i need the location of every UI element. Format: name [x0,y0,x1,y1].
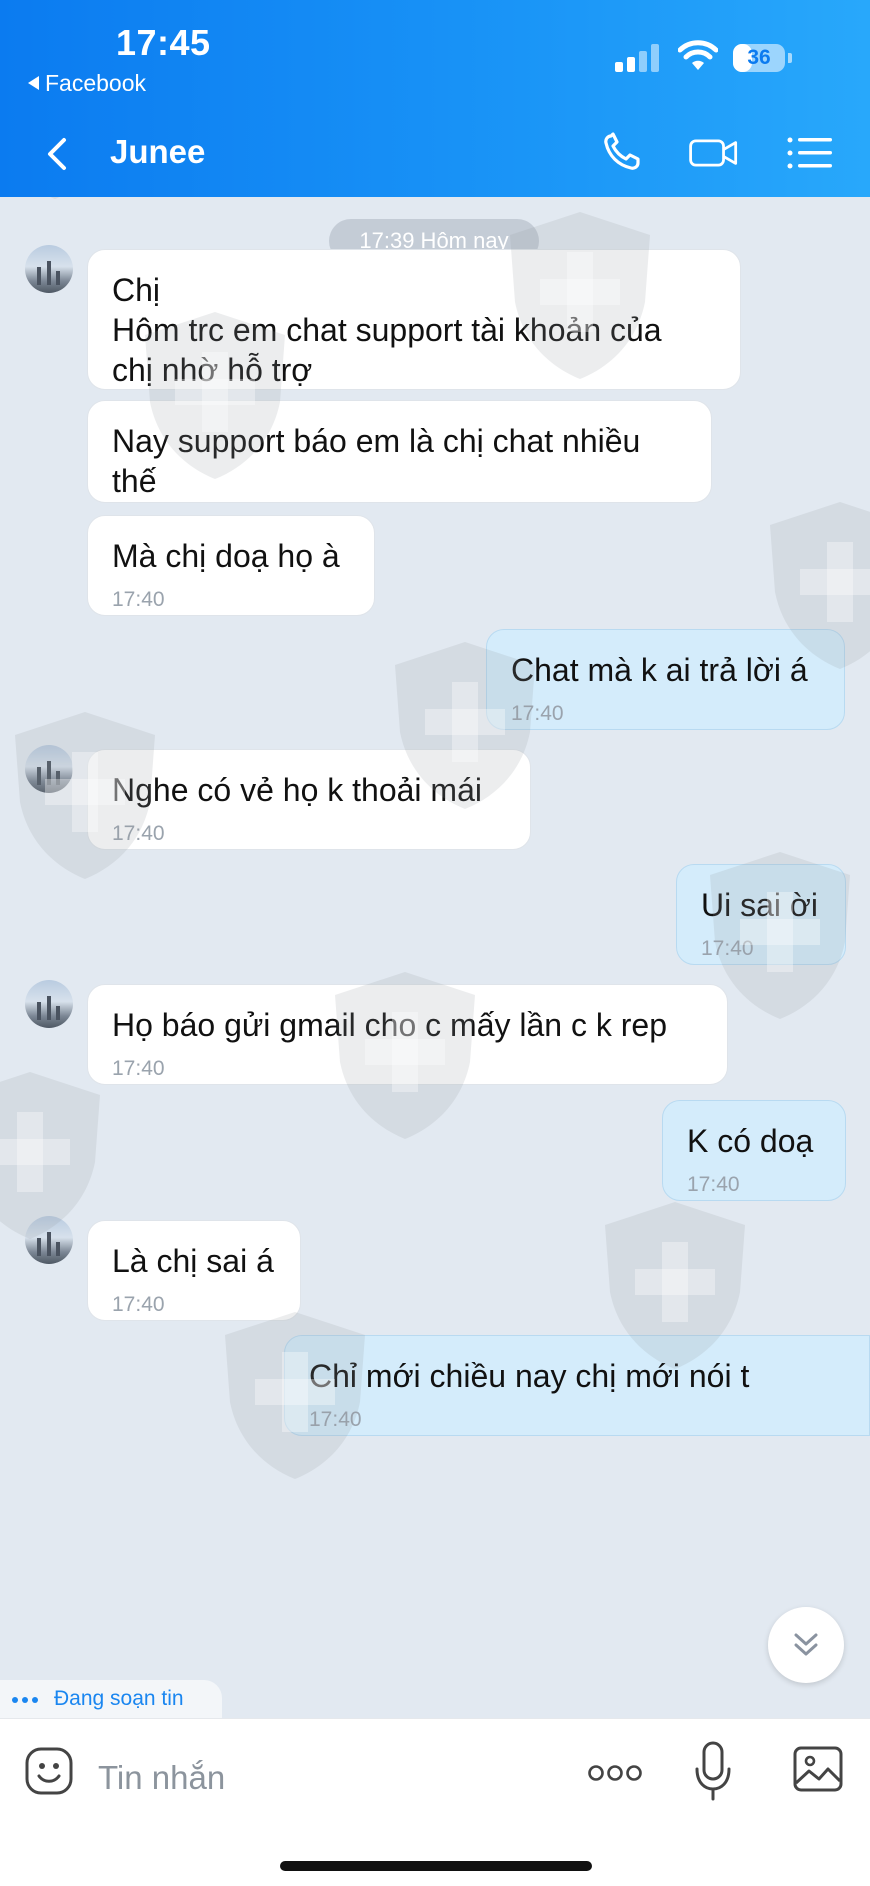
back-triangle-icon [28,76,39,90]
app-header: 17:45 Facebook 36 Junee [0,0,870,197]
image-icon[interactable] [792,1743,844,1795]
typing-text: Đang soạn tin [54,1687,184,1710]
back-app-label: Facebook [45,70,147,96]
message-bubble-incoming[interactable]: Chị Hôm trc em chat support tài khoản củ… [87,249,741,390]
message-bubble-incoming[interactable]: Nay support báo em là chị chat nhiều thế [87,400,712,503]
message-time: 17:40 [701,937,754,960]
message-input[interactable] [96,1749,560,1807]
scroll-to-bottom-button[interactable] [768,1607,844,1683]
chat-conversation[interactable]: 17:39 Hôm nay Chị Hôm trc em chat suppor… [0,197,870,1717]
message-line: Chỉ mới chiều nay chị mới nói t [309,1358,750,1394]
message-line: thế [112,463,157,499]
typing-indicator: Đang soạn tin [0,1680,222,1718]
message-line: Mà chị doạ họ à [112,538,340,574]
cellular-signal-icon [615,44,661,72]
message-line: Chị [112,272,161,308]
message-time: 17:40 [511,702,564,725]
message-line: Hôm trc em chat support tài khoản của [112,312,662,348]
contact-avatar[interactable] [25,1216,73,1264]
shield-watermark-icon [50,197,60,199]
more-icon[interactable] [586,1753,644,1793]
message-time: 17:40 [112,822,165,845]
message-line: Nghe có vẻ họ k thoải mái [112,772,482,808]
message-line: Nay support báo em là chị chat nhiều [112,423,641,459]
message-time: 17:40 [309,1408,362,1431]
message-bubble-outgoing[interactable]: Chat mà k ai trả lời á 17:40 [486,629,845,730]
message-line: K có doạ [687,1123,814,1159]
contact-avatar[interactable] [25,745,73,793]
battery-percent: 36 [747,46,771,69]
menu-list-icon[interactable] [784,130,836,176]
microphone-icon[interactable] [693,1739,733,1805]
back-icon[interactable] [38,130,78,178]
message-bubble-incoming[interactable]: Mà chị doạ họ à 17:40 [87,515,375,616]
contact-name[interactable]: Junee [110,133,205,171]
message-bubble-outgoing[interactable]: Chỉ mới chiều nay chị mới nói t 17:40 [284,1335,870,1436]
typing-dots-icon [12,1680,42,1718]
message-line: Ui sai ời [701,887,818,923]
message-line: Họ báo gửi gmail cho c mấy lần c k rep [112,1007,667,1043]
message-time: 17:40 [112,1057,165,1080]
message-bubble-outgoing[interactable]: Ui sai ời 17:40 [676,864,846,965]
home-indicator[interactable] [280,1861,592,1871]
contact-avatar[interactable] [25,245,73,293]
message-line: chị nhờ hỗ trợ [112,352,313,388]
message-bubble-incoming[interactable]: Họ báo gửi gmail cho c mấy lần c k rep 1… [87,984,728,1085]
contact-avatar[interactable] [25,980,73,1028]
video-call-icon[interactable] [688,130,740,176]
double-chevron-down-icon [794,1633,818,1656]
message-time: 17:40 [687,1173,740,1196]
message-time: 17:40 [112,1293,165,1316]
phone-icon[interactable] [598,130,650,176]
message-line: Là chị sai á [112,1243,274,1279]
status-time: 17:45 [116,22,211,63]
message-line: Chat mà k ai trả lời á [511,652,808,688]
message-bubble-incoming[interactable]: Nghe có vẻ họ k thoải mái 17:40 [87,749,531,850]
wifi-icon [678,40,718,70]
message-bubble-outgoing[interactable]: K có doạ 17:40 [662,1100,846,1201]
battery-indicator: 36 [733,44,792,72]
message-bubble-incoming[interactable]: Là chị sai á 17:40 [87,1220,301,1321]
emoji-icon[interactable] [24,1745,74,1797]
message-time: 17:40 [112,588,165,611]
back-to-app-link[interactable]: Facebook [28,70,146,97]
